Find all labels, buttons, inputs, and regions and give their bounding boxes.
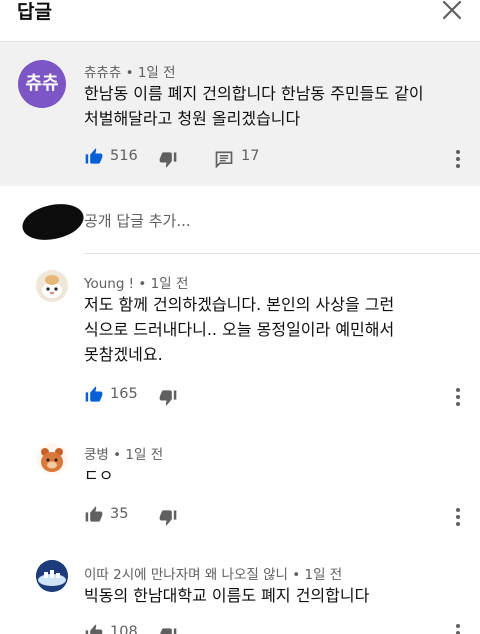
like-button[interactable] — [84, 384, 104, 408]
reply-count: 17 — [241, 148, 260, 164]
page-title: 답글 — [17, 1, 52, 23]
avatar-icon — [36, 270, 68, 302]
meta-separator: • — [125, 65, 134, 81]
comment-meta: Young ! • 1일 전 — [84, 272, 188, 292]
meta-separator: • — [138, 276, 147, 292]
comment-meta: 이따 2시에 만나자며 왜 나오질 않니 • 1일 전 — [84, 563, 342, 583]
comment-time: 1일 전 — [150, 276, 189, 292]
thumbs-down-icon — [160, 628, 177, 634]
comment-line: 식으로 드러내다니.. 오늘 몽정일이라 예민해서 — [84, 320, 395, 339]
meta-separator: • — [292, 567, 301, 583]
close-button[interactable] — [438, 0, 466, 24]
avatar[interactable]: 츄츄 — [18, 60, 66, 108]
more-vert-icon — [456, 388, 460, 392]
comment-icon — [215, 151, 233, 169]
comment-line: 처벌해달라고 청원 올리겠습니다 — [84, 109, 301, 128]
author-name[interactable]: 이따 2시에 만나자며 왜 나오질 않니 — [84, 567, 288, 583]
avatar-icon — [36, 560, 68, 592]
avatar[interactable] — [36, 270, 68, 302]
more-vert-icon — [456, 150, 460, 154]
more-options-button[interactable] — [455, 150, 461, 171]
like-count: 35 — [110, 506, 129, 522]
comment-text: ㄷㅇ — [84, 463, 113, 488]
thumbs-down-icon — [159, 510, 177, 526]
comment-meta: 츄츄츄 • 1일 전 — [84, 61, 176, 81]
more-options-button[interactable] — [455, 508, 461, 529]
thumbs-down-icon — [159, 390, 177, 406]
reply-input[interactable]: 공개 답글 추가... — [84, 210, 191, 231]
close-icon — [442, 0, 462, 20]
thumbs-down-icon — [159, 152, 177, 168]
comment-line: 빅동의 한남대학교 이름도 폐지 건의합니다 — [84, 586, 370, 605]
author-name[interactable]: 쿵병 — [84, 447, 109, 463]
meta-separator: • — [113, 447, 122, 463]
more-vert-icon — [456, 508, 460, 512]
avatar[interactable] — [36, 560, 68, 592]
like-button[interactable] — [84, 146, 104, 170]
like-count: 108 — [110, 624, 138, 634]
dislike-button[interactable] — [158, 626, 178, 634]
author-name[interactable]: 츄츄츄 — [84, 65, 121, 81]
thumbs-up-icon — [85, 386, 103, 402]
dislike-button[interactable] — [158, 150, 178, 174]
comment-text: 한남동 이름 폐지 건의합니다 한남동 주민들도 같이 처벌해달라고 청원 올리… — [84, 81, 424, 131]
avatar-icon — [36, 443, 68, 475]
thumbs-up-icon — [85, 506, 103, 522]
comment-text: 저도 함께 건의하겠습니다. 본인의 사상을 그런 식으로 드러내다니.. 오늘… — [84, 292, 394, 367]
comment-meta: 쿵병 • 1일 전 — [84, 443, 163, 463]
like-count: 165 — [110, 386, 138, 402]
comment-line: 한남동 이름 폐지 건의합니다 한남동 주민들도 같이 — [84, 84, 424, 103]
more-options-button[interactable] — [455, 624, 461, 634]
comment-time: 1일 전 — [125, 447, 164, 463]
comment-time: 1일 전 — [304, 567, 343, 583]
author-name[interactable]: Young ! — [84, 276, 134, 292]
thumbs-up-icon — [85, 624, 103, 634]
reply-button[interactable] — [214, 149, 234, 173]
thumbs-up-icon — [85, 148, 103, 164]
dislike-button[interactable] — [158, 388, 178, 412]
reply-header: 답글 — [0, 0, 480, 42]
dislike-button[interactable] — [158, 508, 178, 532]
comment-line: 저도 함께 건의하겠습니다. 본인의 사상을 그런 — [84, 295, 395, 314]
more-options-button[interactable] — [455, 388, 461, 409]
like-button[interactable] — [84, 504, 104, 528]
comment-line: 못참겠네요. — [84, 345, 163, 364]
more-vert-icon — [456, 624, 460, 628]
like-count: 516 — [110, 148, 138, 164]
comment-time: 1일 전 — [137, 65, 176, 81]
input-underline — [84, 253, 480, 254]
avatar[interactable] — [36, 443, 68, 475]
comment-text: 빅동의 한남대학교 이름도 폐지 건의합니다 — [84, 583, 369, 608]
like-button[interactable] — [84, 622, 104, 634]
comment-line: ㄷㅇ — [84, 466, 114, 485]
